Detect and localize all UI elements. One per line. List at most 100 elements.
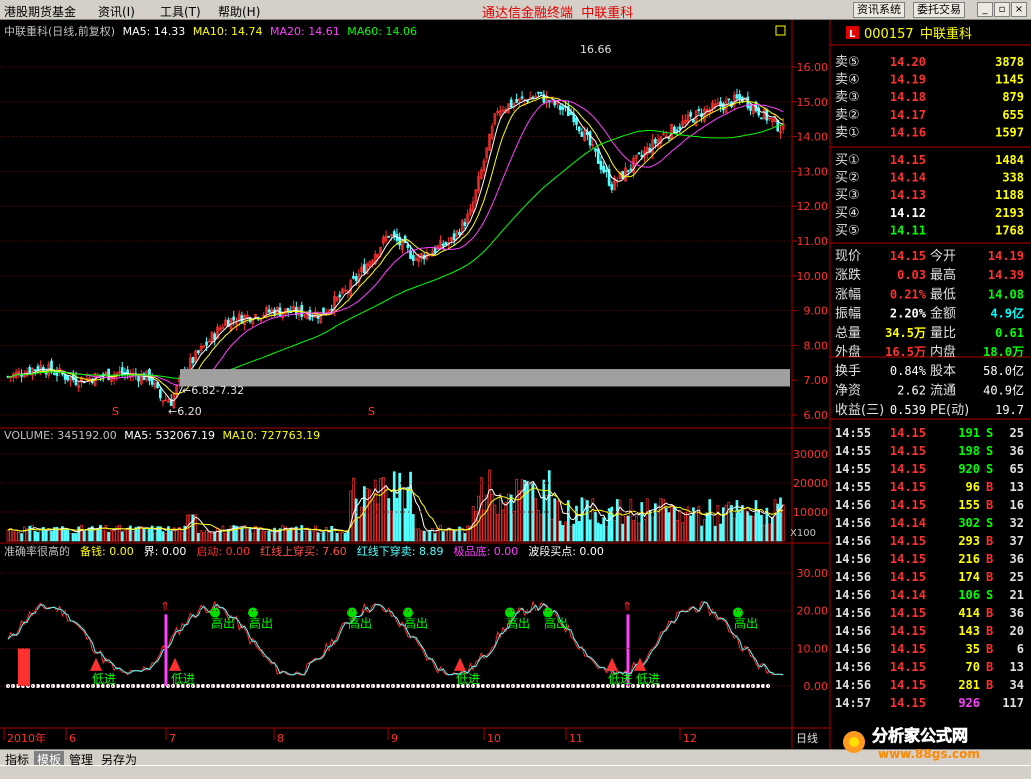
- volume-bar: [74, 533, 78, 542]
- tick-price: 14.15: [890, 696, 926, 710]
- volume-bar: [164, 532, 168, 542]
- volume-bar: [101, 530, 105, 542]
- low-annotation: ←6.20: [168, 405, 202, 418]
- volume-bar: [66, 528, 70, 542]
- volume-bar: [425, 531, 429, 542]
- volume-bar: [441, 531, 445, 542]
- candle-body: [137, 376, 140, 382]
- stat-value: 14.15: [890, 249, 926, 263]
- order-level-label: 卖①: [835, 125, 860, 140]
- candle-body: [654, 139, 657, 144]
- volume-bar: [357, 517, 361, 542]
- volume-bar: [779, 497, 782, 542]
- kline-panel: ←6.82-7.32 ←6.20 16.66 S S: [6, 43, 790, 418]
- stock-chart[interactable]: ←6.82-7.32←6.2016.66S S ⇑ ⇑高出 高出 高出 高出 高出 高出 高出低…: [0, 20, 1031, 749]
- signal-block: [18, 648, 30, 686]
- volume-bar: [379, 478, 382, 542]
- volume-bar: [651, 516, 654, 542]
- candle-body: [213, 333, 217, 340]
- order-level-label: 卖③: [835, 90, 860, 105]
- minimize-button[interactable]: _: [977, 2, 993, 17]
- candle-body: [463, 222, 467, 226]
- candle-body: [749, 104, 752, 111]
- date-tick-label: 2010年: [7, 731, 46, 745]
- axes: 16.00 15.00 14.00 13.00 12.00 11.00 10.00 9.00 8…: [0, 61, 828, 745]
- tick-side: S: [986, 426, 993, 440]
- menu-item-hk[interactable]: 港股期货基金: [4, 3, 76, 20]
- candle-body: [352, 275, 355, 279]
- menu-item-tools[interactable]: 工具(T): [160, 3, 201, 20]
- indicator-name: 准确率很高的: [4, 544, 70, 558]
- tick-price: 14.15: [890, 498, 926, 512]
- candle-body: [441, 243, 445, 247]
- candle-body: [594, 148, 597, 152]
- tick-time: 14:57: [835, 696, 871, 710]
- tick-volume: 70: [966, 660, 980, 674]
- volume-bar: [82, 530, 86, 542]
- tick-side: B: [986, 498, 993, 512]
- volume-bar: [316, 532, 320, 542]
- volume-bar: [762, 524, 766, 542]
- trade-button[interactable]: 委托交易: [913, 2, 965, 18]
- tick-count: 36: [1010, 552, 1024, 566]
- order-level-label: 卖④: [835, 73, 860, 88]
- candle-body: [387, 235, 391, 238]
- tick-time: 14:56: [835, 588, 871, 602]
- close-button[interactable]: ×: [1011, 2, 1027, 17]
- menu-item-help[interactable]: 帮助(H): [218, 3, 260, 20]
- volume-bar: [20, 533, 23, 542]
- tick-volume: 926: [958, 696, 980, 710]
- volume-bar: [392, 471, 396, 542]
- candle-body: [738, 94, 742, 99]
- buy-triangle-icon: [169, 657, 181, 671]
- volume-bar: [561, 525, 565, 542]
- sell-label: 高出: [506, 616, 530, 631]
- volume-bar: [640, 502, 644, 542]
- volume-bar: [479, 477, 483, 542]
- candle-body: [28, 367, 32, 375]
- volume-bar: [493, 504, 497, 542]
- volume-bar: [556, 500, 559, 542]
- volume-bar: [390, 510, 393, 542]
- indicator-tick-label: 10.00: [797, 642, 829, 655]
- stat-value: 0.61: [995, 326, 1024, 340]
- tick-side: B: [986, 480, 993, 494]
- indicator-tick-label: 20.00: [797, 605, 829, 618]
- panel-toggle-icon[interactable]: [775, 25, 786, 36]
- stat-value: 14.39: [988, 268, 1024, 282]
- tick-count: 20: [1010, 624, 1024, 638]
- price-tick-label: 15.00: [797, 96, 829, 109]
- tick-volume: 198: [958, 444, 980, 458]
- volume-bar: [240, 527, 244, 542]
- order-volume: 338: [1002, 171, 1024, 185]
- restore-button[interactable]: ▫: [994, 2, 1010, 17]
- volume-bar: [550, 518, 554, 542]
- volume-bar: [251, 532, 255, 542]
- indicator-value: 备钱: 0.00: [80, 544, 134, 558]
- order-volume: 1145: [995, 73, 1024, 87]
- stat-label: 涨跌: [835, 267, 861, 283]
- volume-bar: [188, 514, 192, 542]
- volume-bar: [452, 530, 456, 542]
- tick-time: 14:55: [835, 462, 871, 476]
- volume-bar: [537, 509, 540, 542]
- volume-bar: [613, 519, 616, 542]
- tick-price: 14.15: [890, 570, 926, 584]
- volume-bar: [131, 531, 135, 542]
- menu-item-info[interactable]: 资讯(I): [98, 3, 135, 20]
- volume-bar: [700, 525, 703, 542]
- volume-bar: [210, 533, 214, 542]
- volume-bar: [702, 519, 706, 542]
- volume-bar: [776, 503, 780, 542]
- candle-body: [610, 184, 614, 190]
- volume-bar: [28, 525, 32, 542]
- tick-time: 14:56: [835, 606, 871, 620]
- signal-s-marker: S: [368, 405, 375, 418]
- candle-body: [232, 316, 236, 321]
- candle-body: [580, 131, 584, 137]
- tick-list[interactable]: 14:55 14.15 191 S 25 14:55 14.15 198 S 36 14:55 14.…: [835, 426, 1024, 710]
- volume-bar: [14, 529, 18, 542]
- watermark-text: 分析家公式网: [872, 726, 968, 745]
- info-system-button[interactable]: 资讯系统: [853, 2, 905, 18]
- volume-bar: [594, 511, 597, 542]
